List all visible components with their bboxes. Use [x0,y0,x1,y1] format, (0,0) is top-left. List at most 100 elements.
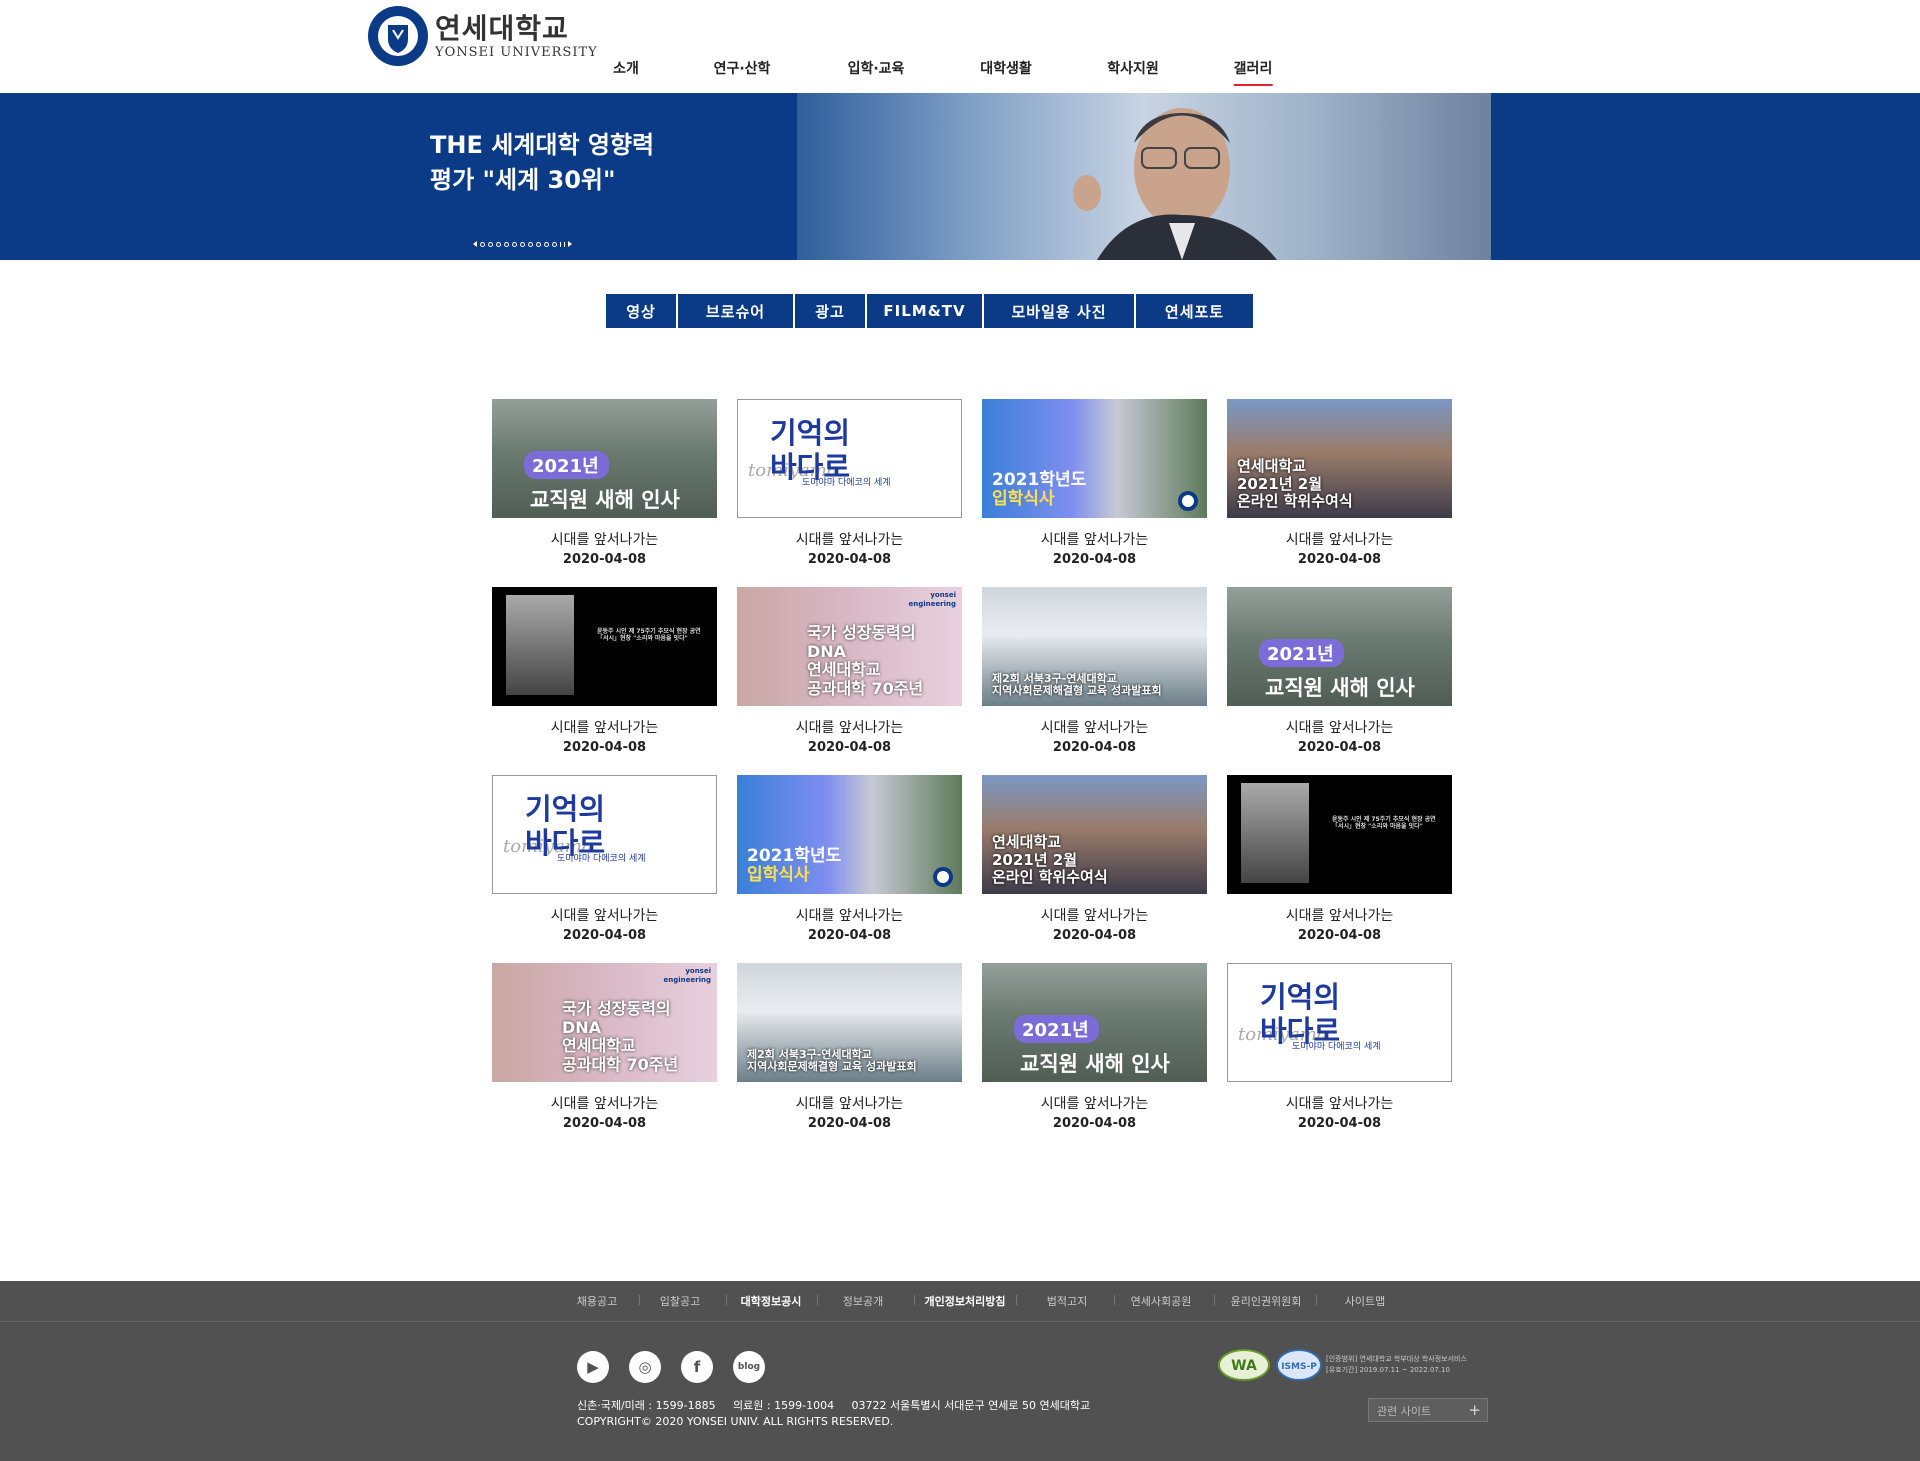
gallery-card-title[interactable]: 시대를 앞서나가는 [1227,717,1452,737]
gallery-card[interactable]: 윤동주 시인 제 75주기 추모식 현장 공연 「서시」현창 "소리와 마음을 … [492,587,717,775]
nav-item-academic-support[interactable]: 학사지원 [1107,58,1159,84]
facebook-icon[interactable]: f [681,1351,713,1383]
gallery-card-title[interactable]: 시대를 앞서나가는 [737,529,962,549]
gallery-card-title[interactable]: 시대를 앞서나가는 [1227,905,1452,925]
nav-item-admission[interactable]: 입학·교육 [848,58,905,84]
footer-link[interactable]: 대학정보공시 [741,1293,802,1309]
gallery-card-title[interactable]: 시대를 앞서나가는 [492,1093,717,1113]
tab-video[interactable]: 영상 [606,294,676,328]
gallery-thumbnail[interactable]: 윤동주 시인 제 75주기 추모식 현장 공연 「서시」현창 "소리와 마음을 … [1227,775,1452,894]
footer-link[interactable]: 연세사회공원 [1131,1293,1192,1309]
gallery-card-title[interactable]: 시대를 앞서나가는 [492,529,717,549]
gallery-card[interactable]: 제2회 서북3구-연세대학교 지역사회문제해결형 교육 성과발표회시대를 앞서나… [982,587,1207,775]
gallery-card[interactable]: tomiyama 기억의 바다로 도미야마 다에코의 세계 시대를 앞서나가는 2020… [492,775,717,963]
footer-link[interactable]: 정보공개 [843,1293,883,1309]
gallery-card[interactable]: yonsei engineering 국가 성장동력의 DNA 연세대학교 공과대… [492,963,717,1151]
gallery-card[interactable]: yonsei engineering 국가 성장동력의 DNA 연세대학교 공과대… [737,587,962,775]
slide-dot[interactable] [536,241,541,247]
tab-yonsei-photo[interactable]: 연세포토 [1136,294,1253,328]
instagram-icon[interactable]: ◎ [629,1351,661,1383]
slide-dot[interactable] [520,241,525,247]
gallery-card-title[interactable]: 시대를 앞서나가는 [737,1093,962,1113]
gallery-thumbnail[interactable]: 2021년 교직원 새해 인사 [1227,587,1452,706]
gallery-card-title[interactable]: 시대를 앞서나가는 [492,717,717,737]
gallery-card[interactable]: 윤동주 시인 제 75주기 추모식 현장 공연 「서시」현창 "소리와 마음을 … [1227,775,1452,963]
related-sites-select[interactable]: 관련 사이트 + [1368,1398,1488,1422]
footer-link[interactable]: 사이트맵 [1345,1293,1385,1309]
nav-item-gallery[interactable]: 갤러리 [1233,58,1273,86]
gallery-card[interactable]: 2021학년도 입학식사 시대를 앞서나가는 2020-04-08 [982,399,1207,587]
nav-item-intro[interactable]: 소개 [613,58,639,84]
footer-link[interactable]: 윤리인권위원회 [1231,1293,1302,1309]
gallery-card[interactable]: 제2회 서북3구-연세대학교 지역사회문제해결형 교육 성과발표회시대를 앞서나… [737,963,962,1151]
gallery-grid: 2021년 교직원 새해 인사 시대를 앞서나가는 2020-04-08 tomiyam… [492,399,1452,1151]
gallery-thumbnail[interactable]: 2021학년도 입학식사 [982,399,1207,518]
gallery-card[interactable]: 연세대학교 2021년 2월 온라인 학위수여식 시대를 앞서나가는 2020-04… [1227,399,1452,587]
tab-mobile-photos[interactable]: 모바일용 사진 [984,294,1134,328]
nav-item-campus-life[interactable]: 대학생활 [980,58,1032,84]
gallery-thumbnail[interactable]: yonsei engineering 국가 성장동력의 DNA 연세대학교 공과대… [492,963,717,1082]
gallery-card[interactable]: tomiyama 기억의 바다로 도미야마 다에코의 세계 시대를 앞서나가는 2020… [737,399,962,587]
thumbnail-caption: 기억의 바다로 [1260,980,1341,1048]
slide-dot[interactable] [504,241,509,247]
gallery-card-title[interactable]: 시대를 앞서나가는 [1227,1093,1452,1113]
gallery-card[interactable]: 연세대학교 2021년 2월 온라인 학위수여식 시대를 앞서나가는 2020-04… [982,775,1207,963]
gallery-card[interactable]: 2021년 교직원 새해 인사시대를 앞서나가는 2020-04-08 [1227,587,1452,775]
site-footer: 채용공고 입찰공고 대학정보공시 정보공개 개인정보처리방침 법적고지 연세사회공원 윤리인권… [0,1281,1920,1461]
gallery-thumbnail[interactable]: 2021년 교직원 새해 인사 [982,963,1207,1082]
tab-film-tv[interactable]: FILM&TV [867,294,982,328]
nav-item-research[interactable]: 연구·산학 [714,58,771,84]
gallery-card[interactable]: 2021학년도 입학식사 시대를 앞서나가는 2020-04-08 [737,775,962,963]
blog-icon[interactable]: blog [733,1351,765,1383]
gallery-card-title[interactable]: 시대를 앞서나가는 [982,905,1207,925]
thumbnail-caption-main: 2021학년도 [747,845,842,866]
slide-dot[interactable] [512,241,517,247]
engineering-70-badge: yonsei engineering [908,591,956,608]
logo-korean-name: 연세대학교 [435,11,569,45]
prev-slide-icon[interactable] [473,241,477,247]
gallery-thumbnail[interactable]: 윤동주 시인 제 75주기 추모식 현장 공연 「서시」현창 "소리와 마음을 … [492,587,717,706]
gallery-thumbnail[interactable]: tomiyama 기억의 바다로 도미야마 다에코의 세계 [492,775,717,894]
tab-brochure[interactable]: 브로슈어 [678,294,793,328]
gallery-card[interactable]: 2021년 교직원 새해 인사시대를 앞서나가는 2020-04-08 [492,399,717,587]
gallery-card-title[interactable]: 시대를 앞서나가는 [737,717,962,737]
gallery-thumbnail[interactable]: 2021년 교직원 새해 인사 [492,399,717,518]
gallery-thumbnail[interactable]: yonsei engineering 국가 성장동력의 DNA 연세대학교 공과대… [737,587,962,706]
gallery-card-title[interactable]: 시대를 앞서나가는 [1227,529,1452,549]
gallery-card-title[interactable]: 시대를 앞서나가는 [737,905,962,925]
gallery-card-title[interactable]: 시대를 앞서나가는 [982,529,1207,549]
slide-dot[interactable] [552,241,557,247]
footer-link[interactable]: 개인정보처리방침 [925,1293,1006,1309]
footer-link[interactable]: 채용공고 [577,1293,617,1309]
gallery-thumbnail[interactable]: 제2회 서북3구-연세대학교 지역사회문제해결형 교육 성과발표회 [982,587,1207,706]
footer-link[interactable]: 법적고지 [1047,1293,1087,1309]
gallery-card-date: 2020-04-08 [562,552,647,567]
gallery-card-title[interactable]: 시대를 앞서나가는 [982,1093,1207,1113]
thumbnail-year-badge: 2021년 [1014,1015,1099,1043]
gallery-card[interactable]: tomiyama 기억의 바다로 도미야마 다에코의 세계 시대를 앞서나가는 2020… [1227,963,1452,1151]
slide-dot[interactable] [528,241,533,247]
gallery-card-title[interactable]: 시대를 앞서나가는 [982,717,1207,737]
footer-link-divider [1214,1295,1215,1305]
gallery-thumbnail[interactable]: tomiyama 기억의 바다로 도미야마 다에코의 세계 [1227,963,1452,1082]
gallery-thumbnail[interactable]: 2021학년도 입학식사 [737,775,962,894]
gallery-thumbnail[interactable]: 제2회 서북3구-연세대학교 지역사회문제해결형 교육 성과발표회 [737,963,962,1082]
gallery-card-date: 2020-04-08 [1297,740,1382,755]
next-slide-icon[interactable] [568,241,572,247]
gallery-card-title[interactable]: 시대를 앞서나가는 [492,905,717,925]
gallery-thumbnail[interactable]: tomiyama 기억의 바다로 도미야마 다에코의 세계 [737,399,962,518]
slide-dot[interactable] [480,241,485,247]
footer-link-divider [1114,1295,1115,1305]
footer-link[interactable]: 입찰공고 [660,1293,700,1309]
pause-icon[interactable] [560,241,561,247]
gallery-card[interactable]: 2021년 교직원 새해 인사 시대를 앞서나가는 2020-04-08 [982,963,1207,1151]
youtube-icon[interactable]: ▶ [577,1351,609,1383]
slide-dot[interactable] [496,241,501,247]
slide-dot[interactable] [488,241,493,247]
slide-dot[interactable] [544,241,549,247]
footer-address: 신촌·국제/미래 : 1599-1885 의료원 : 1599-1004 037… [577,1398,1090,1430]
tab-advertisement[interactable]: 광고 [795,294,865,328]
pause-icon[interactable] [564,241,565,247]
gallery-thumbnail[interactable]: 연세대학교 2021년 2월 온라인 학위수여식 [1227,399,1452,518]
gallery-thumbnail[interactable]: 연세대학교 2021년 2월 온라인 학위수여식 [982,775,1207,894]
